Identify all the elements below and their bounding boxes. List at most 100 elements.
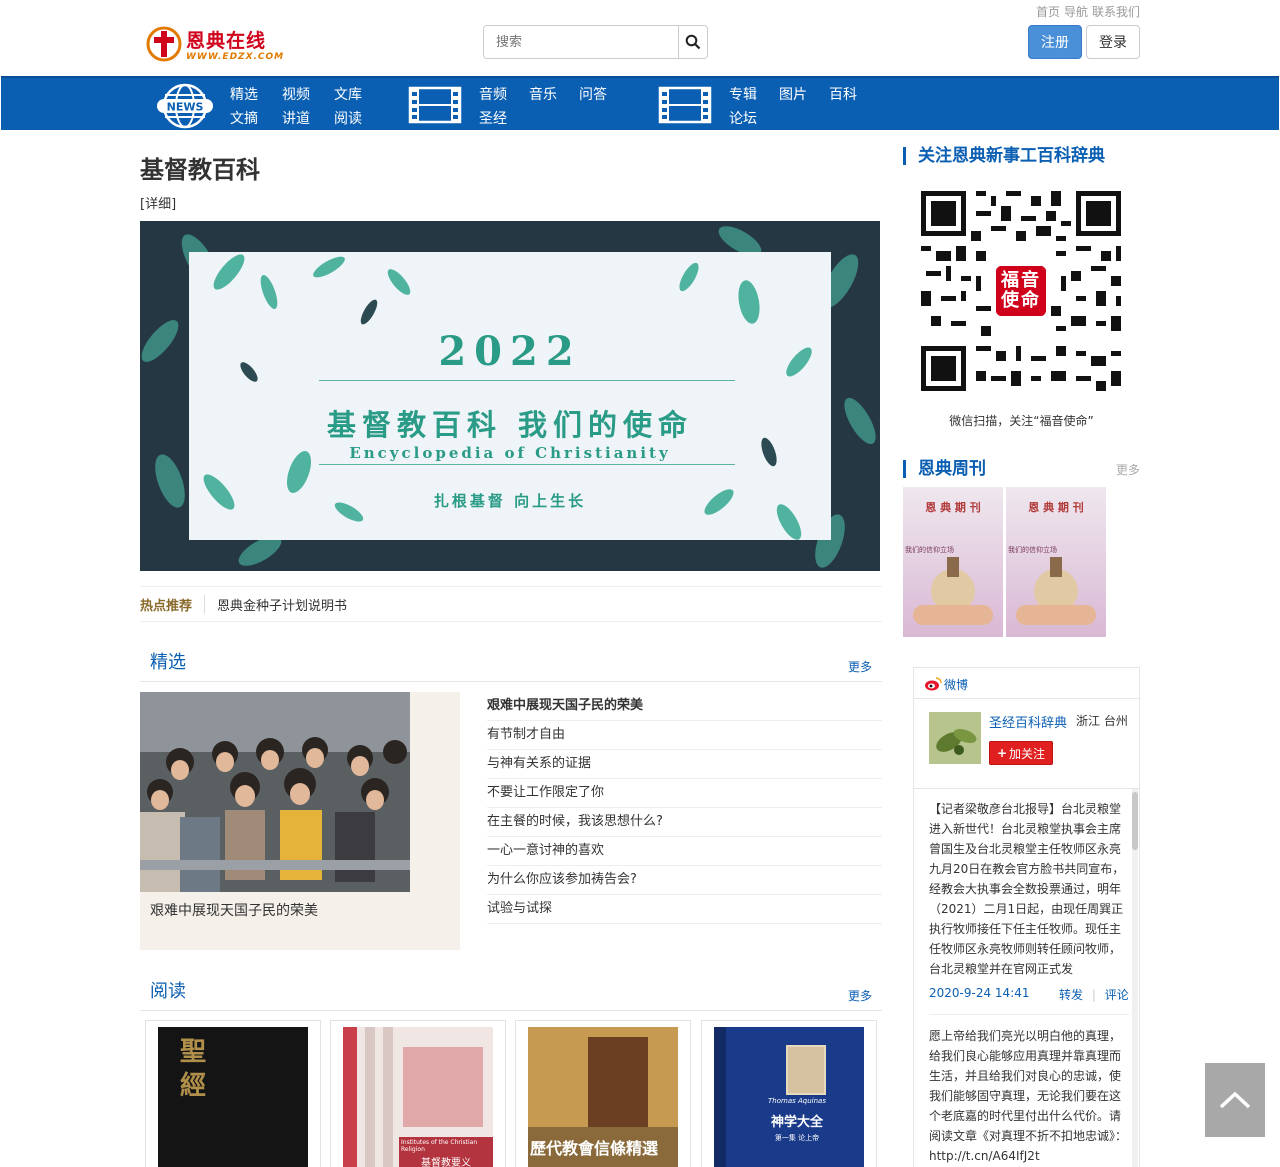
nav-pictures[interactable]: 图片 xyxy=(779,84,807,104)
featured-section-title[interactable]: 精选 xyxy=(150,648,186,674)
register-button[interactable]: 注册 xyxy=(1028,25,1082,59)
weibo-repost-link[interactable]: 转发 xyxy=(1059,988,1083,1002)
reading-section-title[interactable]: 阅读 xyxy=(150,977,186,1003)
book-list: 聖經 Institutes of the Christian Religion … xyxy=(140,1020,882,1167)
praying-crowd-image xyxy=(140,692,410,892)
book-cover-summa: Thomas Aquinas 神学大全 第一集 论上帝 xyxy=(714,1027,864,1167)
article-item[interactable]: 试验与试探 xyxy=(487,895,882,924)
book-cover-text: 聖經 xyxy=(180,1037,207,1101)
featured-caption[interactable]: 艰难中展现天国子民的荣美 xyxy=(150,900,318,920)
weibo-tab[interactable]: 微博 xyxy=(944,676,968,693)
book-card[interactable]: Institutes of the Christian Religion 基督教… xyxy=(330,1020,506,1167)
weibo-post-date[interactable]: 2020-9-24 14:41 xyxy=(929,986,1030,1000)
banner-card: 2022 基督教百科 我们的使命 Encyclopedia of Christi… xyxy=(189,252,831,540)
book-card[interactable]: 歷代教會信條精選 xyxy=(515,1020,691,1167)
weibo-avatar[interactable] xyxy=(929,712,981,764)
article-item[interactable]: 为什么你应该参加祷告会? xyxy=(487,866,882,895)
banner-line-top xyxy=(319,380,735,381)
book-cover-text: 歷代教會信條精選 xyxy=(530,1139,659,1158)
weibo-location: 浙江 台州 xyxy=(1076,714,1128,728)
magazine-title: 恩 典 期 刊 xyxy=(925,501,981,514)
weekly-more-link[interactable]: 更多 xyxy=(1116,461,1140,478)
weibo-header: 微博 xyxy=(914,668,1139,699)
nav-bible[interactable]: 圣经 xyxy=(479,108,507,128)
weibo-separator xyxy=(929,1014,1129,1015)
site-logo[interactable]: 恩典在线 WWW.EDZX.COM xyxy=(142,22,283,66)
nav-encyclopedia[interactable]: 百科 xyxy=(829,84,857,104)
book-cover-sub: 第一集 论上帝 xyxy=(774,1134,820,1142)
weibo-post-meta: 2020-9-24 14:41 转发 | 评论 xyxy=(929,986,1129,1002)
banner-title: 基督教百科 我们的使命 xyxy=(326,408,694,442)
main-navbar: NEWS 精选 视频 文库 文摘 讲道 阅读 音频 音乐 问答 圣经 专辑 图片… xyxy=(1,76,1279,130)
back-to-top-button[interactable] xyxy=(1205,1063,1265,1137)
banner-english: Encyclopedia of Christianity xyxy=(349,444,671,462)
article-item[interactable]: 不要让工作限定了你 xyxy=(487,779,882,808)
login-button[interactable]: 登录 xyxy=(1086,25,1140,59)
search-icon xyxy=(685,34,701,50)
book-card[interactable]: 聖經 xyxy=(145,1020,321,1167)
featured-more-link[interactable]: 更多 xyxy=(848,658,872,675)
weibo-post-text: 【记者梁敬彦台北报导】台北灵粮堂进入新世代！台北灵粮堂执事会主席曾国生及台北灵粮… xyxy=(929,802,1125,976)
hero-banner[interactable]: 2022 基督教百科 我们的使命 Encyclopedia of Christi… xyxy=(140,221,880,571)
featured-image[interactable] xyxy=(140,692,410,892)
weibo-comment-link[interactable]: 评论 xyxy=(1105,988,1129,1002)
featured-article-list: 艰难中展现天国子民的荣美 有节制才自由 与神有关系的证据 不要让工作限定了你 在… xyxy=(487,692,882,924)
toplink-contact[interactable]: 联系我们 xyxy=(1092,3,1140,20)
nav-library[interactable]: 文库 xyxy=(334,84,362,104)
search-button[interactable] xyxy=(678,26,707,58)
magazine-cover[interactable]: 恩 典 期 刊 我们的信仰立场 xyxy=(903,487,1003,637)
plus-icon: + xyxy=(996,746,1008,760)
reading-more-link[interactable]: 更多 xyxy=(848,987,872,1004)
detail-link[interactable]: [详细] xyxy=(140,193,176,212)
nav-album[interactable]: 专辑 xyxy=(729,84,757,104)
toplink-home[interactable]: 首页 xyxy=(1036,3,1060,20)
article-item[interactable]: 艰难中展现天国子民的荣美 xyxy=(487,692,882,721)
logo-text: 恩典在线 xyxy=(186,30,267,52)
follow-title: 关注恩典新事工百科辞典 xyxy=(903,147,1105,165)
film-icon-2 xyxy=(658,86,712,124)
nav-sermon[interactable]: 讲道 xyxy=(282,108,310,128)
follow-label: 加关注 xyxy=(1009,746,1046,761)
book-cover-text: 神学大全 xyxy=(770,1115,823,1130)
search-input[interactable] xyxy=(484,26,678,58)
nav-audio[interactable]: 音频 xyxy=(479,84,507,104)
nav-music[interactable]: 音乐 xyxy=(529,84,557,104)
page-title: 基督教百科 xyxy=(140,156,260,184)
leaf-avatar-image xyxy=(929,712,981,764)
toplink-nav[interactable]: 导航 xyxy=(1064,3,1088,20)
top-links: 首页 导航 联系我们 xyxy=(1036,3,1140,20)
qr-center-text: 福音使命 xyxy=(1001,270,1041,311)
weibo-icon xyxy=(925,677,942,691)
hot-item[interactable]: 恩典金种子计划说明书 xyxy=(217,595,347,614)
featured-article-card[interactable]: 艰难中展现天国子民的荣美 xyxy=(140,692,460,950)
nav-jingxuan[interactable]: 精选 xyxy=(230,84,258,104)
nav-video[interactable]: 视频 xyxy=(282,84,310,104)
article-item[interactable]: 一心一意讨神的喜欢 xyxy=(487,837,882,866)
article-item[interactable]: 有节制才自由 xyxy=(487,721,882,750)
hot-recommend-row: 热点推荐 恩典金种子计划说明书 xyxy=(140,586,882,622)
featured-section-header: 精选 更多 xyxy=(140,646,882,682)
cross-logo-icon xyxy=(146,26,182,62)
weibo-actions: 转发 | 评论 xyxy=(1059,988,1129,1002)
magazine-sub: 我们的信仰立场 xyxy=(905,546,954,554)
site-header: 恩典在线 WWW.EDZX.COM 首页 导航 联系我们 注册 登录 xyxy=(0,0,1280,76)
weibo-scrollbar[interactable] xyxy=(1132,789,1138,1167)
weibo-username[interactable]: 圣经百科辞典 xyxy=(989,712,1067,731)
nav-digest[interactable]: 文摘 xyxy=(230,108,258,128)
logo-subtitle: WWW.EDZX.COM xyxy=(186,52,285,62)
magazine-cover[interactable]: 恩 典 期 刊 我们的信仰立场 xyxy=(1006,487,1106,637)
nav-reading[interactable]: 阅读 xyxy=(334,108,362,128)
article-item[interactable]: 与神有关系的证据 xyxy=(487,750,882,779)
banner-year: 2022 xyxy=(438,328,582,375)
nav-forum[interactable]: 论坛 xyxy=(729,108,757,128)
book-card[interactable]: Thomas Aquinas 神学大全 第一集 论上帝 xyxy=(701,1020,877,1167)
book-cover-bible: 聖經 xyxy=(158,1027,308,1167)
weekly-title[interactable]: 恩典周刊 xyxy=(903,460,986,478)
weibo-widget: 微博 圣经百科辞典 浙江 台州 + 加关注 【记者梁敬彦台北报导】台北灵粮堂进入新… xyxy=(913,667,1140,1167)
book-cover-institutes: Institutes of the Christian Religion 基督教… xyxy=(343,1027,493,1167)
weibo-scroll-thumb[interactable] xyxy=(1132,792,1138,850)
weibo-follow-button[interactable]: + 加关注 xyxy=(989,741,1053,765)
nav-qa[interactable]: 问答 xyxy=(579,84,607,104)
article-item[interactable]: 在主餐的时候，我该思想什么? xyxy=(487,808,882,837)
search-box xyxy=(483,25,708,59)
